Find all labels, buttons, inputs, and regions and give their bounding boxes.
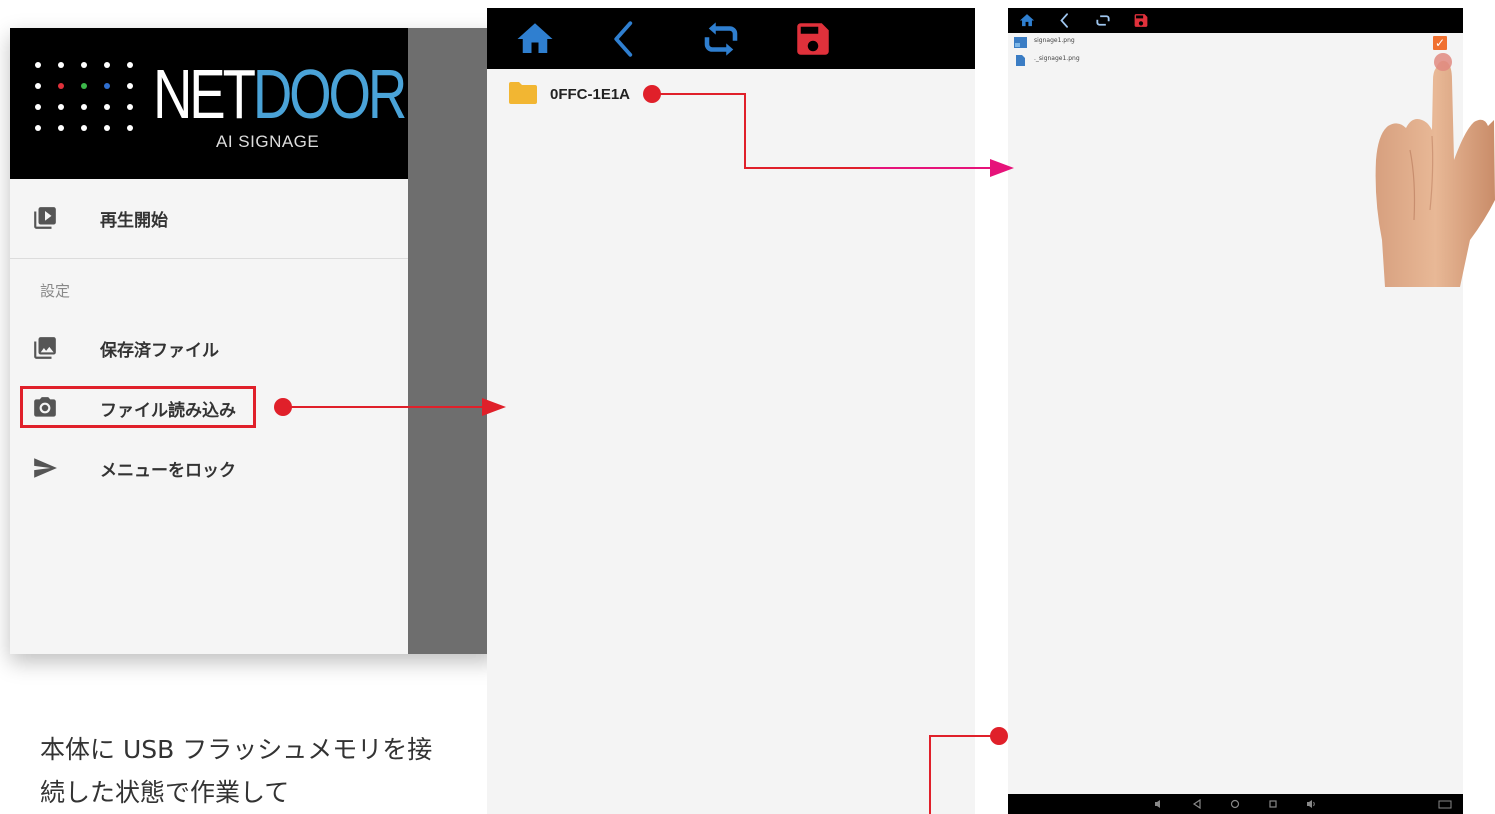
- menu-item-saved-files[interactable]: 保存済ファイル: [10, 326, 408, 370]
- screenshot-icon[interactable]: [1438, 799, 1452, 809]
- menu-item-play[interactable]: 再生開始: [10, 196, 408, 240]
- dimmed-overlay[interactable]: [408, 28, 497, 654]
- logo-dot: [127, 125, 133, 131]
- save-icon[interactable]: [1132, 12, 1150, 29]
- logo-wordmark: NETDOOR: [153, 54, 407, 134]
- logo-dot: [127, 104, 133, 110]
- android-nav-bar: [1008, 794, 1463, 814]
- file-select-checkbox[interactable]: ✓: [1433, 36, 1447, 50]
- logo-dot: [35, 83, 41, 89]
- logo-dot: [104, 125, 110, 131]
- home-icon[interactable]: [513, 18, 557, 60]
- logo-subtitle: AI SIGNAGE: [216, 132, 320, 151]
- volume-up-icon[interactable]: [1306, 799, 1316, 809]
- refresh-icon[interactable]: [699, 18, 743, 60]
- send-icon: [34, 458, 57, 478]
- back-nav-icon[interactable]: [1192, 799, 1202, 809]
- logo-dot: [104, 83, 110, 89]
- file-name: signage1.png: [1034, 37, 1075, 44]
- pointing-hand-illustration: [1375, 53, 1495, 287]
- menu-label-play: 再生開始: [100, 210, 168, 231]
- logo-dot: [58, 125, 64, 131]
- logo-dot: [127, 83, 133, 89]
- back-icon[interactable]: [603, 18, 647, 60]
- logo-dot: [104, 62, 110, 68]
- play-library-icon: [34, 207, 56, 229]
- save-icon[interactable]: [791, 18, 835, 60]
- folder-name: 0FFC-1E1A: [550, 86, 631, 103]
- folder-icon: [509, 82, 537, 104]
- logo-dot: [81, 62, 87, 68]
- menu-item-lock-menu[interactable]: メニューをロック: [10, 446, 408, 490]
- file-icon: [1016, 55, 1025, 66]
- logo-dot: [127, 62, 133, 68]
- instruction-caption: 本体に USB フラッシュメモリを接 続した状態で作業して: [40, 728, 470, 814]
- logo-net-text: NET: [153, 55, 256, 133]
- file-browser-screen: 0FFC-1E1A: [487, 8, 975, 814]
- file-name: ._signage1.png: [1034, 55, 1080, 62]
- image-file-icon: [1014, 37, 1027, 48]
- refresh-icon[interactable]: [1094, 12, 1112, 29]
- netdoor-logo-header: NETDOOR AI SIGNAGE: [10, 28, 408, 179]
- logo-dot: [35, 125, 41, 131]
- logo-dot: [35, 62, 41, 68]
- menu-label-lock-menu: メニューをロック: [100, 460, 236, 481]
- logo-dot: [35, 104, 41, 110]
- photo-library-icon: [34, 337, 56, 359]
- logo-dot: [81, 104, 87, 110]
- back-icon[interactable]: [1056, 12, 1074, 29]
- logo-dot: [81, 83, 87, 89]
- volume-down-icon[interactable]: [1154, 799, 1164, 809]
- home-icon[interactable]: [1018, 12, 1036, 29]
- logo-dot: [81, 125, 87, 131]
- file-list-toolbar: [1008, 8, 1463, 33]
- menu-label-saved-files: 保存済ファイル: [100, 340, 219, 361]
- caption-line-1: 本体に USB フラッシュメモリを接: [40, 735, 433, 764]
- highlight-frame: [20, 386, 256, 428]
- home-nav-icon[interactable]: [1230, 799, 1240, 809]
- logo-dot: [58, 104, 64, 110]
- logo-dot: [58, 62, 64, 68]
- drawer-menu-screen: NETDOOR AI SIGNAGE 再生開始 設定 保存済ファイル ファイル読…: [10, 28, 497, 654]
- recents-nav-icon[interactable]: [1268, 799, 1278, 809]
- settings-section-header: 設定: [40, 282, 71, 300]
- menu-divider: [10, 258, 408, 259]
- logo-door-text: DOOR: [252, 55, 407, 133]
- browser-toolbar: [487, 8, 975, 69]
- caption-line-2: 続した状態で作業して: [40, 778, 290, 807]
- logo-dot: [104, 104, 110, 110]
- logo-dot: [58, 83, 64, 89]
